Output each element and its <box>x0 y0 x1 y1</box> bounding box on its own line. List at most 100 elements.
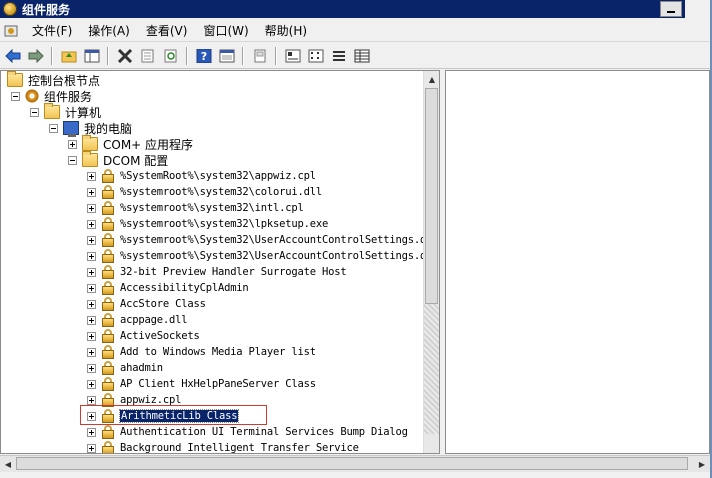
dcom-item[interactable]: ArithmeticLib Class <box>87 408 240 424</box>
dcom-item[interactable]: appwiz.cpl <box>87 392 181 408</box>
scroll-thumb[interactable] <box>425 88 438 304</box>
tree-node-dcom-config[interactable]: DCOM 配置 <box>68 151 168 168</box>
dcom-item[interactable]: %systemroot%\System32\UserAccountControl… <box>87 248 426 264</box>
menu-file[interactable]: 文件(F) <box>24 22 80 39</box>
export-button[interactable] <box>250 46 270 66</box>
dcom-item[interactable]: ahadmin <box>87 360 163 376</box>
component-services-icon <box>3 2 17 16</box>
expand-toggle[interactable] <box>87 427 96 437</box>
dcom-item-label: AccessibilityCplAdmin <box>120 282 249 294</box>
dcom-item[interactable]: %systemroot%\system32\intl.cpl <box>87 200 304 216</box>
expand-toggle[interactable] <box>87 171 96 181</box>
forward-button[interactable] <box>26 46 46 66</box>
dcom-item[interactable]: 32-bit Preview Handler Surrogate Host <box>87 264 347 280</box>
tree-node-com-apps[interactable]: COM+ 应用程序 <box>68 135 194 152</box>
view-button[interactable] <box>217 46 237 66</box>
tree-node-console-root[interactable]: 控制台根节点 <box>7 71 101 88</box>
tree-node-label: 组件服务 <box>44 89 93 104</box>
expand-toggle[interactable] <box>68 139 77 149</box>
scroll-left-arrow-icon[interactable]: ◀ <box>0 456 16 472</box>
menu-action[interactable]: 操作(A) <box>80 22 138 39</box>
toolbar-separator <box>242 46 244 65</box>
dcom-package-icon <box>101 281 115 295</box>
expand-toggle[interactable] <box>87 235 96 245</box>
dcom-item[interactable]: %systemroot%\System32\UserAccountControl… <box>87 232 426 248</box>
list-view-icon <box>333 50 345 61</box>
menu-help[interactable]: 帮助(H) <box>257 22 315 39</box>
menu-view[interactable]: 查看(V) <box>138 22 196 39</box>
refresh-button[interactable] <box>161 46 181 66</box>
scroll-up-arrow-icon[interactable]: ▲ <box>424 71 439 87</box>
horizontal-scrollbar[interactable]: ◀ ▶ <box>0 455 710 472</box>
small-icons-icon <box>308 49 324 62</box>
details-pane[interactable] <box>445 70 710 454</box>
dcom-item-label: Add to Windows Media Player list <box>120 346 316 358</box>
minimize-button[interactable] <box>660 1 682 17</box>
mmc-icon[interactable] <box>4 24 18 38</box>
delete-button[interactable] <box>115 46 135 66</box>
expand-toggle[interactable] <box>87 251 96 261</box>
expand-toggle[interactable] <box>87 267 96 277</box>
dcom-item-label: %SystemRoot%\system32\appwiz.cpl <box>120 170 316 182</box>
expand-toggle[interactable] <box>87 299 96 309</box>
collapse-toggle[interactable] <box>11 91 20 101</box>
dcom-item-label: ahadmin <box>120 362 163 374</box>
tree-vertical-scrollbar[interactable]: ▲ <box>423 71 439 453</box>
tree-node-label: 控制台根节点 <box>28 73 101 88</box>
dcom-item[interactable]: acppage.dll <box>87 312 188 328</box>
properties-button[interactable] <box>138 46 158 66</box>
back-button[interactable] <box>3 46 23 66</box>
expand-toggle[interactable] <box>87 395 96 405</box>
detail-view-button[interactable] <box>352 46 372 66</box>
dcom-item[interactable]: %systemroot%\system32\colorui.dll <box>87 184 322 200</box>
dcom-item[interactable]: ActiveSockets <box>87 328 200 344</box>
console-tree-pane[interactable]: 控制台根节点 组件服务 计算机 我的电脑 COM+ 应用程序 DCOM 配置 % <box>0 70 440 454</box>
expand-toggle[interactable] <box>87 363 96 373</box>
tree-node-label: COM+ 应用程序 <box>103 137 194 152</box>
expand-toggle[interactable] <box>87 315 96 325</box>
properties-icon <box>141 49 154 62</box>
dcom-item[interactable]: %systemroot%\system32\lpksetup.exe <box>87 216 328 232</box>
back-icon <box>5 48 21 63</box>
dcom-item-label: ActiveSockets <box>120 330 200 342</box>
expand-toggle[interactable] <box>87 379 96 389</box>
help-button[interactable]: ? <box>194 46 214 66</box>
dcom-item[interactable]: Add to Windows Media Player list <box>87 344 316 360</box>
expand-toggle[interactable] <box>87 283 96 293</box>
scroll-right-arrow-icon[interactable]: ▶ <box>694 456 710 472</box>
show-tree-button[interactable] <box>82 46 102 66</box>
dcom-item[interactable]: %SystemRoot%\system32\appwiz.cpl <box>87 168 316 184</box>
dcom-package-icon <box>101 377 115 391</box>
tree-node-my-computer[interactable]: 我的电脑 <box>49 120 132 137</box>
menu-bar: 文件(F) 操作(A) 查看(V) 窗口(W) 帮助(H) <box>0 20 710 42</box>
expand-toggle[interactable] <box>87 187 96 197</box>
small-icons-button[interactable] <box>306 46 326 66</box>
collapse-toggle[interactable] <box>68 155 77 165</box>
dcom-item[interactable]: AP Client HxHelpPaneServer Class <box>87 376 316 392</box>
expand-toggle[interactable] <box>87 219 96 229</box>
collapse-toggle[interactable] <box>30 107 39 117</box>
expand-toggle[interactable] <box>87 203 96 213</box>
computer-icon <box>63 121 79 137</box>
dcom-item[interactable]: AccessibilityCplAdmin <box>87 280 249 296</box>
expand-toggle[interactable] <box>87 411 96 421</box>
collapse-toggle[interactable] <box>49 123 58 133</box>
list-view-button[interactable] <box>329 46 349 66</box>
large-icons-button[interactable] <box>283 46 303 66</box>
menu-window[interactable]: 窗口(W) <box>195 22 256 39</box>
scroll-track[interactable] <box>424 304 439 434</box>
expand-toggle[interactable] <box>87 347 96 357</box>
tree-node-computers[interactable]: 计算机 <box>30 103 101 120</box>
expand-toggle[interactable] <box>87 443 96 453</box>
title-bar[interactable]: 组件服务 <box>0 0 685 18</box>
expand-toggle[interactable] <box>87 331 96 341</box>
dcom-item[interactable]: Authentication UI Terminal Services Bump… <box>87 424 408 440</box>
horizontal-scroll-thumb[interactable] <box>16 457 688 470</box>
dcom-item[interactable]: AccStore Class <box>87 296 206 312</box>
up-folder-button[interactable] <box>59 46 79 66</box>
minimize-icon <box>667 11 675 13</box>
dcom-item[interactable]: Background Intelligent Transfer Service <box>87 440 359 453</box>
folder-icon <box>44 103 60 119</box>
tree-node-component-services[interactable]: 组件服务 <box>11 88 92 104</box>
dcom-package-icon <box>101 425 115 439</box>
